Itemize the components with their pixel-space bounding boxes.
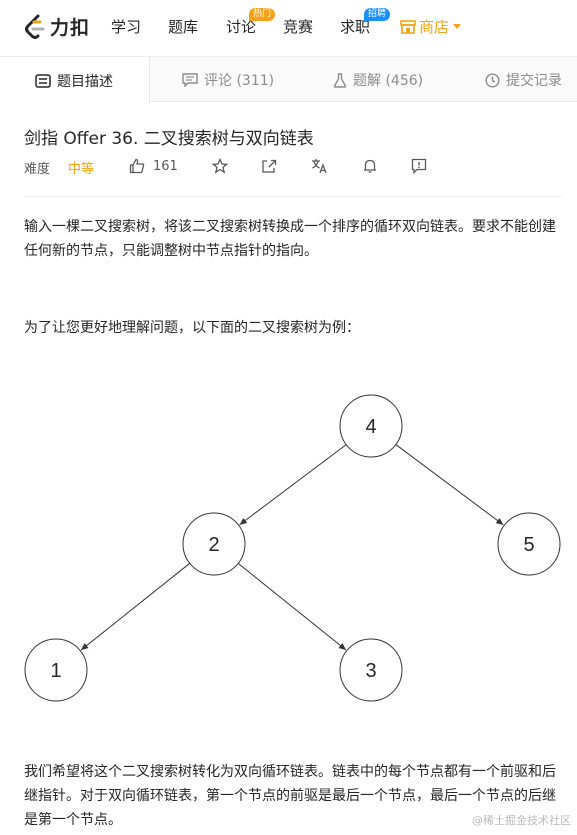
subscribe-button[interactable] (362, 158, 378, 174)
nav-shop-label: 商店 (419, 18, 450, 36)
translate-icon (312, 159, 327, 174)
feedback-icon (411, 158, 427, 174)
tab-comments[interactable]: 评论 (311) (182, 57, 274, 103)
bst-diagram: 4 2 5 1 3 (24, 394, 561, 702)
tree-node-label: 3 (365, 660, 376, 682)
feedback-button[interactable] (411, 158, 427, 174)
tree-node-label: 2 (208, 534, 219, 556)
difficulty-label: 难度 (24, 162, 51, 177)
description-icon (35, 73, 51, 88)
chevron-down-icon (453, 24, 462, 29)
description-paragraph: 输入一棵二叉搜索树，将该二叉搜索树转换成一个排序的循环双向链表。要求不能创建任何… (24, 219, 556, 259)
tree-edge (80, 562, 191, 651)
tree-node-label: 1 (50, 660, 61, 682)
hot-badge: 热门 (249, 8, 276, 21)
tab-description[interactable]: 题目描述 (0, 57, 150, 104)
brand-name: 力扣 (50, 17, 91, 39)
tree-edge (395, 444, 504, 526)
share-icon (262, 159, 277, 173)
share-button[interactable] (261, 158, 277, 174)
tab-submissions[interactable]: 提交记录 (485, 57, 562, 103)
nav-contest[interactable]: 竞赛 (283, 16, 313, 37)
thumbs-up-icon (129, 158, 145, 174)
nav-learn[interactable]: 学习 (111, 16, 141, 37)
tab-description-label: 题目描述 (57, 73, 113, 90)
tree-node-label: 5 (523, 534, 534, 556)
nav-problemset[interactable]: 题库 (168, 16, 198, 37)
top-navigation: 力扣 学习 题库 讨论 热门 竞赛 求职 招聘 商店 (0, 0, 577, 52)
translate-button[interactable] (311, 158, 328, 174)
problem-title: 剑指 Offer 36. 二叉搜索树与双向链表 (24, 129, 314, 149)
comment-icon (182, 73, 198, 87)
tab-solutions[interactable]: 题解 (456) (333, 57, 423, 103)
leetcode-logo-icon (25, 14, 45, 39)
star-icon (212, 158, 228, 174)
tree-edge (237, 563, 347, 651)
problem-tabs: 题目描述 评论 (311) 题解 (456) 提交记录 (0, 56, 577, 104)
tab-solutions-label: 题解 (456) (353, 73, 424, 89)
flask-icon (333, 72, 347, 88)
difficulty-value: 中等 (68, 162, 95, 177)
brand-logo[interactable]: 力扣 (24, 13, 90, 40)
tree-edge (239, 444, 347, 526)
tab-comments-label: 评论 (311) (204, 73, 275, 89)
bell-icon (364, 159, 376, 173)
problem-meta: 难度 中等 161 (24, 158, 564, 178)
like-count: 161 (153, 158, 178, 174)
watermark: @稀土掘金技术社区 (472, 814, 571, 827)
nav-shop[interactable]: 商店 (400, 16, 462, 37)
hire-badge: 招聘 (364, 8, 391, 21)
store-icon (400, 19, 416, 34)
tree-node-label: 4 (365, 416, 376, 438)
favorite-button[interactable] (212, 158, 228, 174)
like-button[interactable]: 161 (129, 158, 178, 174)
example-intro: 为了让您更好地理解问题，以下面的二叉搜索树为例： (24, 320, 360, 336)
divider (24, 196, 562, 197)
clock-icon (485, 72, 500, 88)
tab-submissions-label: 提交记录 (506, 73, 562, 89)
